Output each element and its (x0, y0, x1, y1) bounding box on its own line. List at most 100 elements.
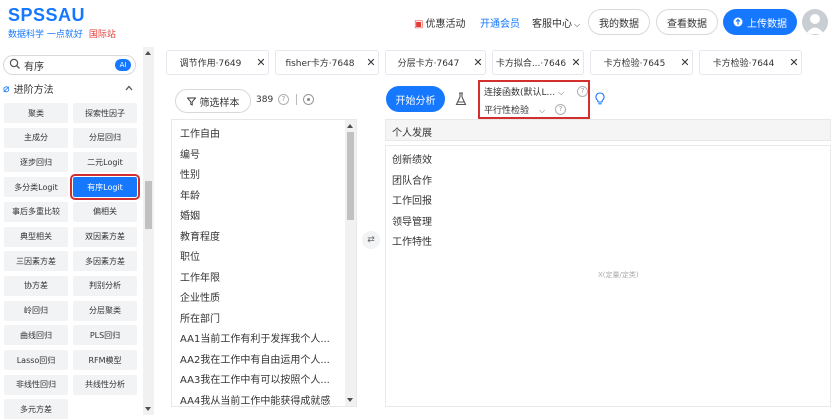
promo-link[interactable]: ▣ 优惠活动 (414, 15, 465, 30)
tab[interactable]: 卡方检验·7644 ✕ (699, 50, 802, 75)
category-header[interactable]: ⌀ 进阶方法 (3, 81, 54, 96)
method-button[interactable]: 多元方差 (4, 399, 68, 419)
filter-icon (186, 97, 196, 106)
help-icon[interactable]: ? (278, 94, 289, 105)
service-menu[interactable]: 客服中心 ⌵ (532, 15, 580, 30)
tab[interactable]: fisher卡方·7648 ✕ (275, 50, 379, 75)
target-icon[interactable] (303, 94, 314, 105)
parallel-test-select[interactable]: 平行性检验 ⌵ (484, 103, 545, 116)
close-icon[interactable]: ✕ (678, 56, 692, 69)
link-function-select[interactable]: 连接函数(默认L... ⌵ (484, 85, 564, 98)
x-variable-item[interactable]: 创新绩效 (392, 151, 432, 166)
scrollbar-thumb[interactable] (145, 181, 152, 229)
parallel-test-label: 平行性检验 (484, 106, 530, 116)
scroll-up-arrow-icon[interactable] (347, 124, 353, 128)
x-variable-item[interactable]: 工作回报 (392, 192, 432, 207)
flask-icon[interactable] (455, 92, 467, 106)
x-variable-box[interactable]: 创新绩效团队合作工作回报领导管理工作特性 X(定量/定类) (385, 145, 831, 407)
upload-data-button[interactable]: 上传数据 (723, 9, 797, 35)
lightbulb-icon[interactable] (594, 92, 606, 106)
variable-item[interactable]: AA4我从当前工作中能获得成就感 (180, 392, 330, 407)
variable-item[interactable]: 工作年限 (180, 269, 220, 284)
scroll-down-arrow-icon[interactable] (145, 407, 151, 411)
variable-item[interactable]: 所在部门 (180, 310, 220, 325)
avatar[interactable] (802, 9, 828, 35)
method-button[interactable]: 分层回归 (73, 127, 137, 148)
vip-link[interactable]: 开通会员 (480, 15, 520, 30)
method-search[interactable]: AI (3, 55, 136, 75)
scroll-up-arrow-icon[interactable] (145, 51, 151, 55)
method-button[interactable]: 共线性分析 (73, 374, 137, 395)
method-button[interactable]: 双因素方差 (73, 226, 137, 247)
variable-item[interactable]: 年龄 (180, 187, 200, 202)
close-icon[interactable]: ✕ (254, 56, 268, 69)
service-label: 客服中心 (532, 19, 572, 30)
method-button[interactable]: 非线性回归 (4, 374, 68, 395)
variable-item[interactable]: AA1当前工作有利于发挥我个人... (180, 330, 330, 345)
method-button[interactable]: 主成分 (4, 127, 68, 148)
scrollbar-thumb[interactable] (347, 132, 354, 220)
method-button[interactable]: 逐步回归 (4, 152, 68, 173)
x-variable-item[interactable]: 工作特性 (392, 233, 432, 248)
search-input[interactable] (24, 58, 104, 72)
filter-label: 筛选样本 (199, 97, 240, 109)
variable-item[interactable]: AA3我在工作中有可以按照个人... (180, 371, 330, 386)
variable-list-scrollbar[interactable] (345, 120, 356, 406)
tab[interactable]: 调节作用·7649 ✕ (166, 50, 269, 75)
variable-item[interactable]: 婚姻 (180, 207, 200, 222)
scroll-down-arrow-icon[interactable] (347, 398, 353, 402)
ai-badge[interactable]: AI (115, 59, 131, 71)
variable-item[interactable]: 工作自由 (180, 125, 220, 140)
method-button[interactable]: 协方差 (4, 275, 68, 296)
help-icon[interactable]: ? (577, 86, 588, 97)
chevron-up-icon[interactable] (124, 83, 134, 93)
method-button[interactable]: Lasso回归 (4, 350, 68, 370)
method-button[interactable]: PLS回归 (73, 325, 137, 346)
method-button[interactable]: 聚类 (4, 103, 68, 123)
x-variable-item[interactable]: 领导管理 (392, 213, 432, 228)
method-button[interactable]: 多分类Logit (4, 177, 68, 198)
variable-item[interactable]: 职位 (180, 248, 200, 263)
y-variable-box[interactable]: 个人发展 (385, 119, 831, 141)
method-button[interactable]: RFM模型 (73, 350, 137, 370)
variable-item[interactable]: 教育程度 (180, 228, 220, 243)
close-icon[interactable]: ✕ (569, 56, 583, 69)
variable-item[interactable]: AA2我在工作中有自由运用个人... (180, 351, 330, 366)
x-variable-item[interactable]: 团队合作 (392, 172, 432, 187)
variable-item[interactable]: 编号 (180, 146, 200, 161)
method-button[interactable]: 事后多重比较 (4, 201, 68, 222)
close-icon[interactable]: ✕ (364, 56, 378, 69)
method-button[interactable]: 典型相关 (4, 226, 68, 247)
upload-label: 上传数据 (747, 18, 787, 30)
close-icon[interactable]: ✕ (787, 56, 801, 69)
sidebar-scrollbar[interactable] (143, 47, 154, 415)
chevron-down-icon: ⌵ (574, 20, 581, 29)
tab-label: 卡方拟合...·7646 (495, 59, 567, 69)
method-button[interactable]: 曲线回归 (4, 325, 68, 346)
variable-item[interactable]: 企业性质 (180, 289, 220, 304)
my-data-button[interactable]: 我的数据 (588, 9, 650, 35)
method-button[interactable]: 二元Logit (73, 152, 137, 173)
method-button[interactable]: 偏相关 (73, 201, 137, 222)
close-icon[interactable]: ✕ (471, 56, 485, 69)
view-data-button[interactable]: 查看数据 (656, 9, 718, 35)
method-button[interactable]: 多因素方差 (73, 251, 137, 272)
filter-sample-button[interactable]: 筛选样本 (175, 89, 251, 113)
logo[interactable]: SPSSAU 数据科学 一点就好 国际站 (8, 6, 116, 40)
help-icon[interactable]: ? (555, 104, 566, 115)
start-analysis-button[interactable]: 开始分析 (386, 86, 445, 112)
method-button[interactable]: 三因素方差 (4, 251, 68, 272)
variable-item[interactable]: 性别 (180, 166, 200, 181)
chevron-down-icon: ⌵ (558, 88, 565, 97)
method-button[interactable]: 有序Logit (70, 174, 140, 201)
tab[interactable]: 卡方拟合...·7646 ✕ (492, 50, 584, 75)
intl-site-link[interactable]: 国际站 (89, 30, 116, 40)
method-button[interactable]: 判别分析 (73, 275, 137, 296)
method-button[interactable]: 岭回归 (4, 300, 68, 321)
method-button[interactable]: 探索性因子 (73, 103, 137, 123)
x-hint: X(定量/定类) (598, 271, 639, 279)
method-button[interactable]: 分层聚类 (73, 300, 137, 321)
tab[interactable]: 分层卡方·7647 ✕ (385, 50, 486, 75)
tab[interactable]: 卡方检验·7645 ✕ (590, 50, 693, 75)
swap-icon[interactable]: ⇄ (362, 231, 380, 249)
